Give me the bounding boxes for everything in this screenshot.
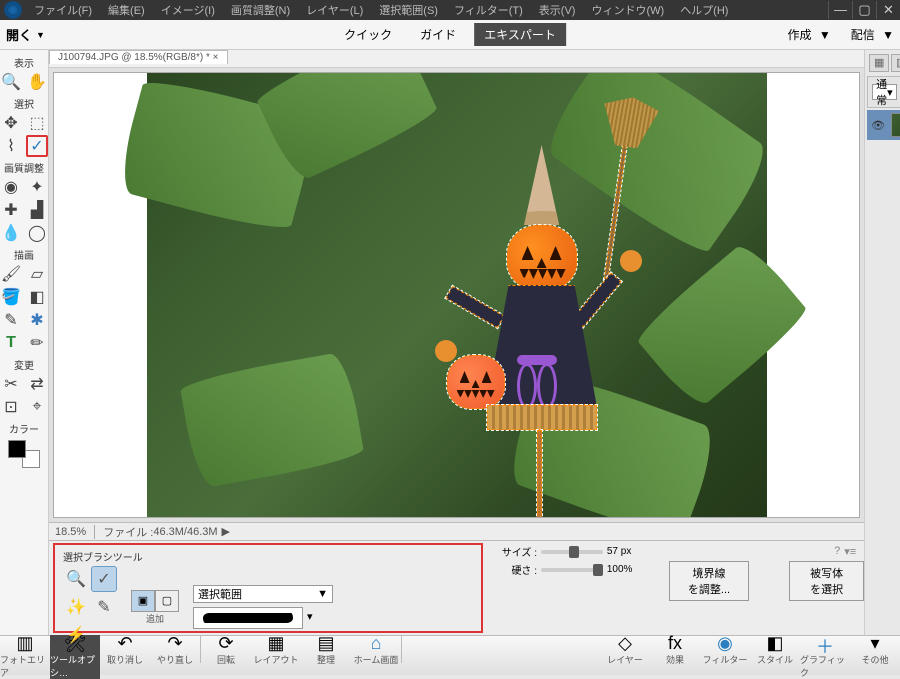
whiten-tool[interactable]: ✦	[26, 176, 48, 198]
selection-brush-tool-opt[interactable]: ✓	[91, 566, 117, 592]
document-tab[interactable]: J100794.JPG @ 18.5%(RGB/8*) * ×	[49, 50, 228, 64]
menu-window[interactable]: ウィンドウ(W)	[583, 0, 672, 20]
options-title: 選択ブラシツール	[63, 549, 473, 564]
open-dropdown-icon[interactable]: ▼	[36, 30, 45, 40]
tool-group-color: カラー	[0, 421, 48, 436]
brush-preview[interactable]	[193, 607, 303, 629]
taskbar-styles[interactable]: ◧スタイル	[750, 633, 800, 679]
taskbar-more[interactable]: ▾その他	[850, 633, 900, 679]
content-move-tool[interactable]: ⌖	[26, 396, 48, 418]
tool-group-enhance: 画質調整	[0, 160, 48, 175]
app-icon	[4, 1, 22, 19]
hardness-slider[interactable]	[541, 568, 603, 572]
eraser-tool[interactable]: ▱	[26, 263, 48, 285]
size-value: 57 px	[607, 546, 649, 557]
status-bar: 18.5% ファイル : 46.3M/46.3M ▶	[49, 522, 864, 540]
spot-heal-tool[interactable]: ✚	[0, 199, 22, 221]
hand-tool[interactable]: ✋	[26, 71, 48, 93]
recompose-tool[interactable]: ⇄	[26, 373, 48, 395]
tool-group-view: 表示	[0, 55, 48, 70]
layer-thumbnail	[891, 113, 900, 137]
size-label: サイズ :	[497, 544, 537, 559]
hardness-value: 100%	[607, 564, 649, 575]
tool-panel: 表示 🔍 ✋ 選択 ✥ ⬚ ⌇ ✓ 画質調整 ◉✦ ✚▟ 💧◯ 描画 🖌▱ 🪣◧…	[0, 50, 49, 635]
gradient-tool[interactable]: ◧	[26, 286, 48, 308]
crop-tool[interactable]: ✂	[0, 373, 22, 395]
straighten-tool[interactable]: ⊡	[0, 396, 22, 418]
layers-panel: ▦ ▥ ◐ ▢ 🔒 🗑 通常▾ 不透明度 : 100%▾ 👁 背景 🔒	[864, 50, 900, 635]
menu-help[interactable]: ヘルプ(H)	[672, 0, 736, 20]
taskbar-photo-bin[interactable]: ▥フォトエリア	[0, 633, 50, 679]
mode-label: 追加	[146, 612, 164, 625]
move-tool[interactable]: ✥	[0, 112, 22, 134]
mode-expert[interactable]: エキスパート	[474, 23, 566, 46]
canvas[interactable]	[53, 72, 860, 518]
menu-file[interactable]: ファイル(F)	[26, 0, 100, 20]
selection-mode-dropdown[interactable]: 選択範囲▼	[193, 585, 333, 603]
taskbar-effects[interactable]: fx効果	[650, 633, 700, 679]
create-button[interactable]: 作成 ▼	[788, 26, 831, 43]
panel-menu-icon[interactable]: ▾≡	[844, 545, 856, 558]
brush-tool[interactable]: 🖌	[0, 263, 22, 285]
taskbar-filters[interactable]: ◉フィルター	[700, 633, 750, 679]
refine-brush-tool-opt[interactable]: ✎	[91, 594, 117, 620]
blend-mode-dropdown[interactable]: 通常▾	[872, 84, 897, 100]
refine-edge-button[interactable]: 境界線を調整...	[669, 561, 749, 601]
menu-layer[interactable]: レイヤー(L)	[298, 0, 371, 20]
color-swatches[interactable]	[8, 440, 40, 468]
photo-image	[147, 72, 767, 518]
mode-subtract[interactable]: ▢	[155, 590, 179, 612]
window-minimize[interactable]: —	[828, 1, 852, 19]
magic-wand-tool-opt[interactable]: ✨	[63, 594, 89, 620]
new-layer-icon[interactable]: ▦	[869, 54, 889, 72]
menu-enhance[interactable]: 画質調整(N)	[223, 0, 298, 20]
menu-bar: ファイル(F) 編集(E) イメージ(I) 画質調整(N) レイヤー(L) 選択…	[0, 0, 736, 20]
fill-tool[interactable]: 🪣	[0, 286, 22, 308]
file-label: ファイル :	[103, 524, 153, 540]
menu-edit[interactable]: 編集(E)	[100, 0, 153, 20]
file-size: 46.3M/46.3M	[153, 526, 217, 538]
lasso-tool[interactable]: ⌇	[0, 135, 22, 157]
help-icon[interactable]: ?	[834, 545, 840, 558]
window-maximize[interactable]: ▢	[852, 1, 876, 19]
new-group-icon[interactable]: ▥	[891, 54, 900, 72]
tool-group-modify: 変更	[0, 357, 48, 372]
menu-select[interactable]: 選択範囲(S)	[371, 0, 446, 20]
marquee-tool[interactable]: ⬚	[26, 112, 48, 134]
clone-tool[interactable]: ▟	[26, 199, 48, 221]
auto-select-tool-opt[interactable]: ⚡	[63, 622, 89, 648]
window-close[interactable]: ✕	[876, 1, 900, 19]
text-tool[interactable]: T	[0, 332, 22, 354]
select-subject-button[interactable]: 被写体を選択	[789, 561, 864, 601]
tool-group-draw: 描画	[0, 247, 48, 262]
menu-filter[interactable]: フィルター(T)	[446, 0, 531, 20]
sponge-tool[interactable]: ◯	[26, 222, 48, 244]
menu-view[interactable]: 表示(V)	[531, 0, 584, 20]
mode-quick[interactable]: クイック	[334, 23, 402, 46]
pencil-tool[interactable]: ✏	[26, 332, 48, 354]
taskbar-layers[interactable]: ◇レイヤー	[600, 633, 650, 679]
quick-select-tool-opt[interactable]: 🔍	[63, 566, 89, 592]
visibility-icon[interactable]: 👁	[871, 119, 885, 132]
redeye-tool[interactable]: ◉	[0, 176, 22, 198]
selection-brush-tool[interactable]: ✓	[26, 135, 48, 157]
blur-tool[interactable]: 💧	[0, 222, 22, 244]
hardness-label: 硬さ :	[497, 562, 537, 577]
menu-image[interactable]: イメージ(I)	[153, 0, 223, 20]
layer-row[interactable]: 👁 背景 🔒	[867, 110, 900, 140]
mode-guided[interactable]: ガイド	[410, 23, 466, 46]
eyedropper-tool[interactable]: ✎	[0, 309, 22, 331]
size-slider[interactable]	[541, 550, 603, 554]
tool-options-panel: ?▾≡ 選択ブラシツール 🔍 ✓ ✨ ✎ ⚡	[49, 540, 864, 635]
shape-tool[interactable]: ✱	[26, 309, 48, 331]
mode-add[interactable]: ▣	[131, 590, 155, 612]
zoom-tool[interactable]: 🔍	[0, 71, 22, 93]
share-button[interactable]: 配信 ▼	[851, 26, 894, 43]
taskbar-graphics[interactable]: ＋グラフィック	[800, 633, 850, 679]
open-button[interactable]: 開く	[6, 25, 32, 44]
zoom-level: 18.5%	[55, 526, 86, 538]
tool-group-select: 選択	[0, 96, 48, 111]
